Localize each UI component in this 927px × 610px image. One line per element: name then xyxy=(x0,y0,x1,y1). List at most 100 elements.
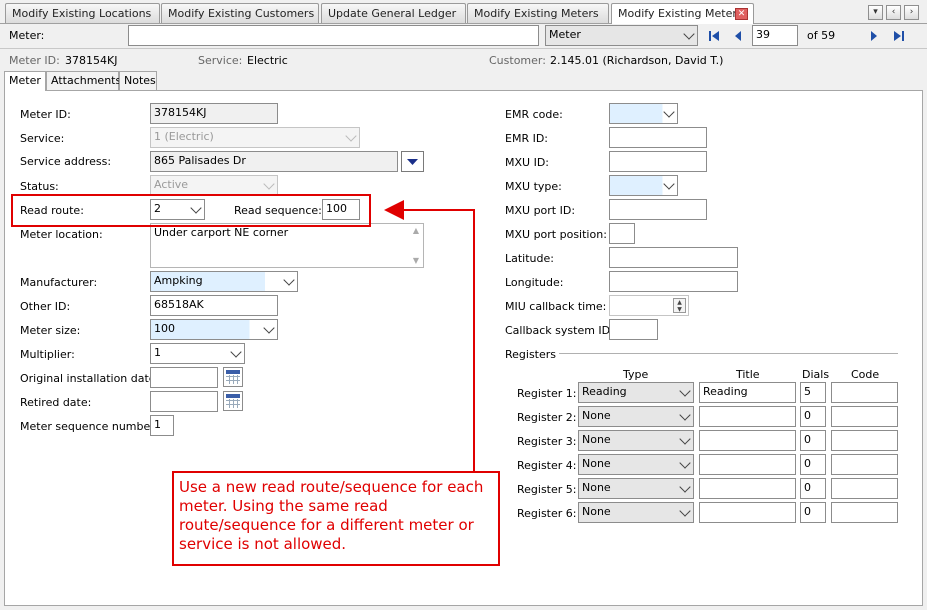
other-id-field[interactable]: 68518AK xyxy=(150,295,278,316)
register-type-select[interactable]: None xyxy=(578,430,694,451)
meter-search-label: Meter: xyxy=(9,29,45,42)
tab-attachments[interactable]: Attachments xyxy=(46,71,121,90)
retired-date-field[interactable] xyxy=(150,391,218,412)
meter-size-value: 100 xyxy=(154,322,175,335)
doc-tab-meters[interactable]: Modify Existing Meters xyxy=(467,3,609,23)
tab-meter[interactable]: Meter xyxy=(4,71,46,91)
chevron-down-icon xyxy=(263,322,275,334)
callout-arrow xyxy=(384,200,475,472)
retired-date-label: Retired date: xyxy=(20,396,92,409)
service-select[interactable]: 1 (Electric) xyxy=(150,127,360,148)
chevron-down-icon xyxy=(263,178,275,190)
registers-divider xyxy=(559,353,898,354)
callback-system-id-field[interactable] xyxy=(609,319,658,340)
register-type-value: None xyxy=(582,505,611,518)
tab-scroll-left-icon[interactable]: ‹ xyxy=(886,5,901,20)
chevron-down-icon xyxy=(663,106,675,118)
install-date-calendar-icon[interactable] xyxy=(223,367,243,387)
register-title-field[interactable] xyxy=(699,454,796,475)
register-title-field[interactable] xyxy=(699,406,796,427)
register-code-field[interactable] xyxy=(831,406,898,427)
register-code-field[interactable] xyxy=(831,502,898,523)
register-type-select[interactable]: None xyxy=(578,454,694,475)
doc-tab-customers[interactable]: Modify Existing Customers xyxy=(161,3,319,23)
tab-notes[interactable]: Notes xyxy=(119,71,157,90)
meter-sequence-number-field[interactable]: 1 xyxy=(150,415,174,436)
register-title-field[interactable] xyxy=(699,430,796,451)
register-code-field[interactable] xyxy=(831,382,898,403)
miu-callback-time-field[interactable]: ▲ ▼ xyxy=(609,295,689,316)
doc-tab-meters-active[interactable]: Modify Existing Meters ✕ xyxy=(611,3,754,24)
meter-sequence-number-label: Meter sequence number: xyxy=(20,420,159,433)
register-dials-field[interactable]: 5 xyxy=(800,382,826,403)
service-address-field[interactable]: 865 Palisades Dr xyxy=(150,151,398,172)
triangle-down-icon xyxy=(407,159,418,165)
register-type-select[interactable]: None xyxy=(578,406,694,427)
next-record-icon[interactable] xyxy=(869,30,879,42)
register-code-field[interactable] xyxy=(831,430,898,451)
meter-size-select[interactable]: 100 xyxy=(150,319,278,340)
register-code-field[interactable] xyxy=(831,478,898,499)
manufacturer-value: Ampking xyxy=(154,274,203,287)
summary-service-label: Service: xyxy=(198,54,243,67)
emr-code-select[interactable] xyxy=(609,103,678,124)
mxu-type-select[interactable] xyxy=(609,175,678,196)
register-type-value: None xyxy=(582,409,611,422)
doc-tab-locations[interactable]: Modify Existing Locations xyxy=(5,3,160,23)
callback-system-id-label: Callback system ID: xyxy=(505,324,614,337)
meter-search-input[interactable] xyxy=(128,25,539,46)
register-dials-field[interactable]: 0 xyxy=(800,406,826,427)
chevron-down-icon xyxy=(679,481,691,493)
meter-id-field[interactable]: 378154KJ xyxy=(150,103,278,124)
mxu-port-position-field[interactable] xyxy=(609,223,635,244)
meter-size-label: Meter size: xyxy=(20,324,81,337)
latitude-label: Latitude: xyxy=(505,252,554,265)
spinner-icon[interactable]: ▲ ▼ xyxy=(673,298,686,313)
previous-record-icon[interactable] xyxy=(733,30,743,42)
install-date-field[interactable] xyxy=(150,367,218,388)
register-type-select[interactable]: None xyxy=(578,478,694,499)
close-icon[interactable]: ✕ xyxy=(735,8,748,20)
mxu-port-position-label: MXU port position: xyxy=(505,228,607,241)
register-label: Register 1: xyxy=(517,387,577,400)
mxu-port-id-field[interactable] xyxy=(609,199,707,220)
tab-list-dropdown-icon[interactable]: ▾ xyxy=(868,5,883,20)
search-type-value: Meter xyxy=(549,28,581,41)
mxu-type-label: MXU type: xyxy=(505,180,562,193)
longitude-field[interactable] xyxy=(609,271,738,292)
register-dials-field[interactable]: 0 xyxy=(800,502,826,523)
register-label: Register 2: xyxy=(517,411,577,424)
register-type-select[interactable]: None xyxy=(578,502,694,523)
other-id-label: Other ID: xyxy=(20,300,71,313)
emr-id-field[interactable] xyxy=(609,127,707,148)
multiplier-select[interactable]: 1 xyxy=(150,343,245,364)
last-record-icon[interactable] xyxy=(893,30,905,42)
register-dials-field[interactable]: 0 xyxy=(800,454,826,475)
read-route-highlight-box xyxy=(11,194,371,227)
miu-callback-label: MIU callback time: xyxy=(505,300,607,313)
status-select[interactable]: Active xyxy=(150,175,278,196)
retired-date-calendar-icon[interactable] xyxy=(223,391,243,411)
register-dials-field[interactable]: 0 xyxy=(800,478,826,499)
chevron-down-icon xyxy=(679,385,691,397)
first-record-icon[interactable] xyxy=(708,30,720,42)
register-col-code: Code xyxy=(851,368,880,381)
register-title-field[interactable] xyxy=(699,502,796,523)
doc-tab-general-ledger[interactable]: Update General Ledger xyxy=(321,3,466,23)
register-label: Register 4: xyxy=(517,459,577,472)
chevron-down-icon xyxy=(679,409,691,421)
mxu-id-field[interactable] xyxy=(609,151,707,172)
register-col-type: Type xyxy=(623,368,649,381)
register-title-field[interactable]: Reading xyxy=(699,382,796,403)
address-lookup-button[interactable] xyxy=(401,151,424,172)
register-code-field[interactable] xyxy=(831,454,898,475)
manufacturer-select[interactable]: Ampking xyxy=(150,271,298,292)
latitude-field[interactable] xyxy=(609,247,738,268)
chevron-down-icon xyxy=(663,178,675,190)
register-title-field[interactable] xyxy=(699,478,796,499)
register-type-select[interactable]: Reading xyxy=(578,382,694,403)
tab-scroll-right-icon[interactable]: › xyxy=(904,5,919,20)
record-number-input[interactable]: 39 xyxy=(752,25,798,46)
register-dials-field[interactable]: 0 xyxy=(800,430,826,451)
search-type-select[interactable]: Meter xyxy=(545,25,698,46)
